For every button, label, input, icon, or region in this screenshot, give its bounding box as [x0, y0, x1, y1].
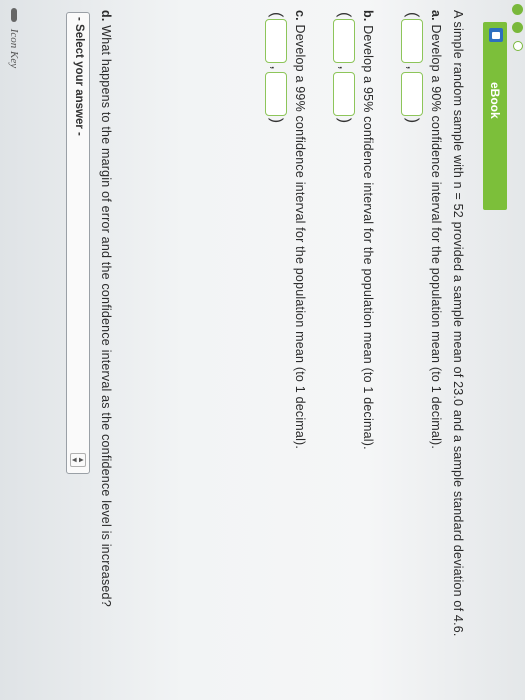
screen-background: eBook A simple random sample with n = 52… — [0, 0, 525, 700]
nav-dot-1[interactable] — [512, 4, 523, 15]
part-c-prompt: c. Develop a 99% confidence interval for… — [293, 10, 307, 449]
part-c-separator: , — [268, 65, 285, 70]
part-b-close-paren: ) — [336, 117, 353, 124]
answer-select[interactable]: - Select your answer - ▲ ▼ — [66, 12, 90, 474]
part-c-letter: c. — [293, 10, 307, 21]
arrow-down-glyph: ▼ — [70, 456, 79, 464]
part-a-open-paren: ( — [404, 12, 421, 18]
part-b-lower-input[interactable] — [333, 19, 355, 64]
part-c-interval: ( , ) — [265, 12, 287, 123]
part-a-close-paren: ) — [404, 117, 421, 124]
part-c-lower-input[interactable] — [265, 19, 287, 64]
nav-dot-2[interactable] — [512, 22, 523, 33]
part-c-close-paren: ) — [268, 117, 285, 124]
icon-key-link[interactable]: Icon Key — [8, 8, 20, 68]
part-c-open-paren: ( — [268, 12, 285, 18]
key-icon — [10, 8, 17, 22]
part-b-interval: ( , ) — [333, 12, 355, 123]
part-c-upper-input[interactable] — [265, 71, 287, 116]
answer-select-value: - Select your answer - — [73, 17, 85, 136]
ebook-button[interactable]: eBook — [483, 22, 507, 210]
part-a-prompt: a. Develop a 90% confidence interval for… — [429, 10, 443, 449]
part-d-prompt: d. What happens to the margin of error a… — [99, 10, 113, 607]
part-b-separator: , — [336, 65, 353, 70]
part-a-text: Develop a 90% confidence interval for th… — [429, 24, 443, 450]
part-d-text: What happens to the margin of error and … — [99, 25, 113, 607]
part-a-separator: , — [404, 65, 421, 70]
part-a-lower-input[interactable] — [401, 19, 423, 64]
question-page: eBook A simple random sample with n = 52… — [0, 0, 525, 700]
part-b-text: Develop a 95% confidence interval for th… — [361, 25, 375, 450]
part-b-prompt: b. Develop a 95% confidence interval for… — [361, 10, 375, 450]
part-b-open-paren: ( — [336, 12, 353, 18]
part-b-letter: b. — [361, 10, 375, 22]
icon-key-label: Icon Key — [8, 28, 20, 69]
nav-dot-3[interactable] — [513, 41, 523, 51]
ebook-icon — [489, 28, 503, 42]
part-a-upper-input[interactable] — [401, 71, 423, 116]
part-a-letter: a. — [429, 10, 443, 21]
part-a-interval: ( , ) — [401, 12, 423, 123]
select-arrows-icon: ▲ ▼ — [70, 453, 86, 467]
question-intro: A simple random sample with n = 52 provi… — [451, 10, 465, 637]
part-b-upper-input[interactable] — [333, 71, 355, 116]
ebook-label: eBook — [488, 82, 502, 119]
part-d-letter: d. — [99, 10, 113, 22]
part-c-text: Develop a 99% confidence interval for th… — [293, 24, 307, 450]
